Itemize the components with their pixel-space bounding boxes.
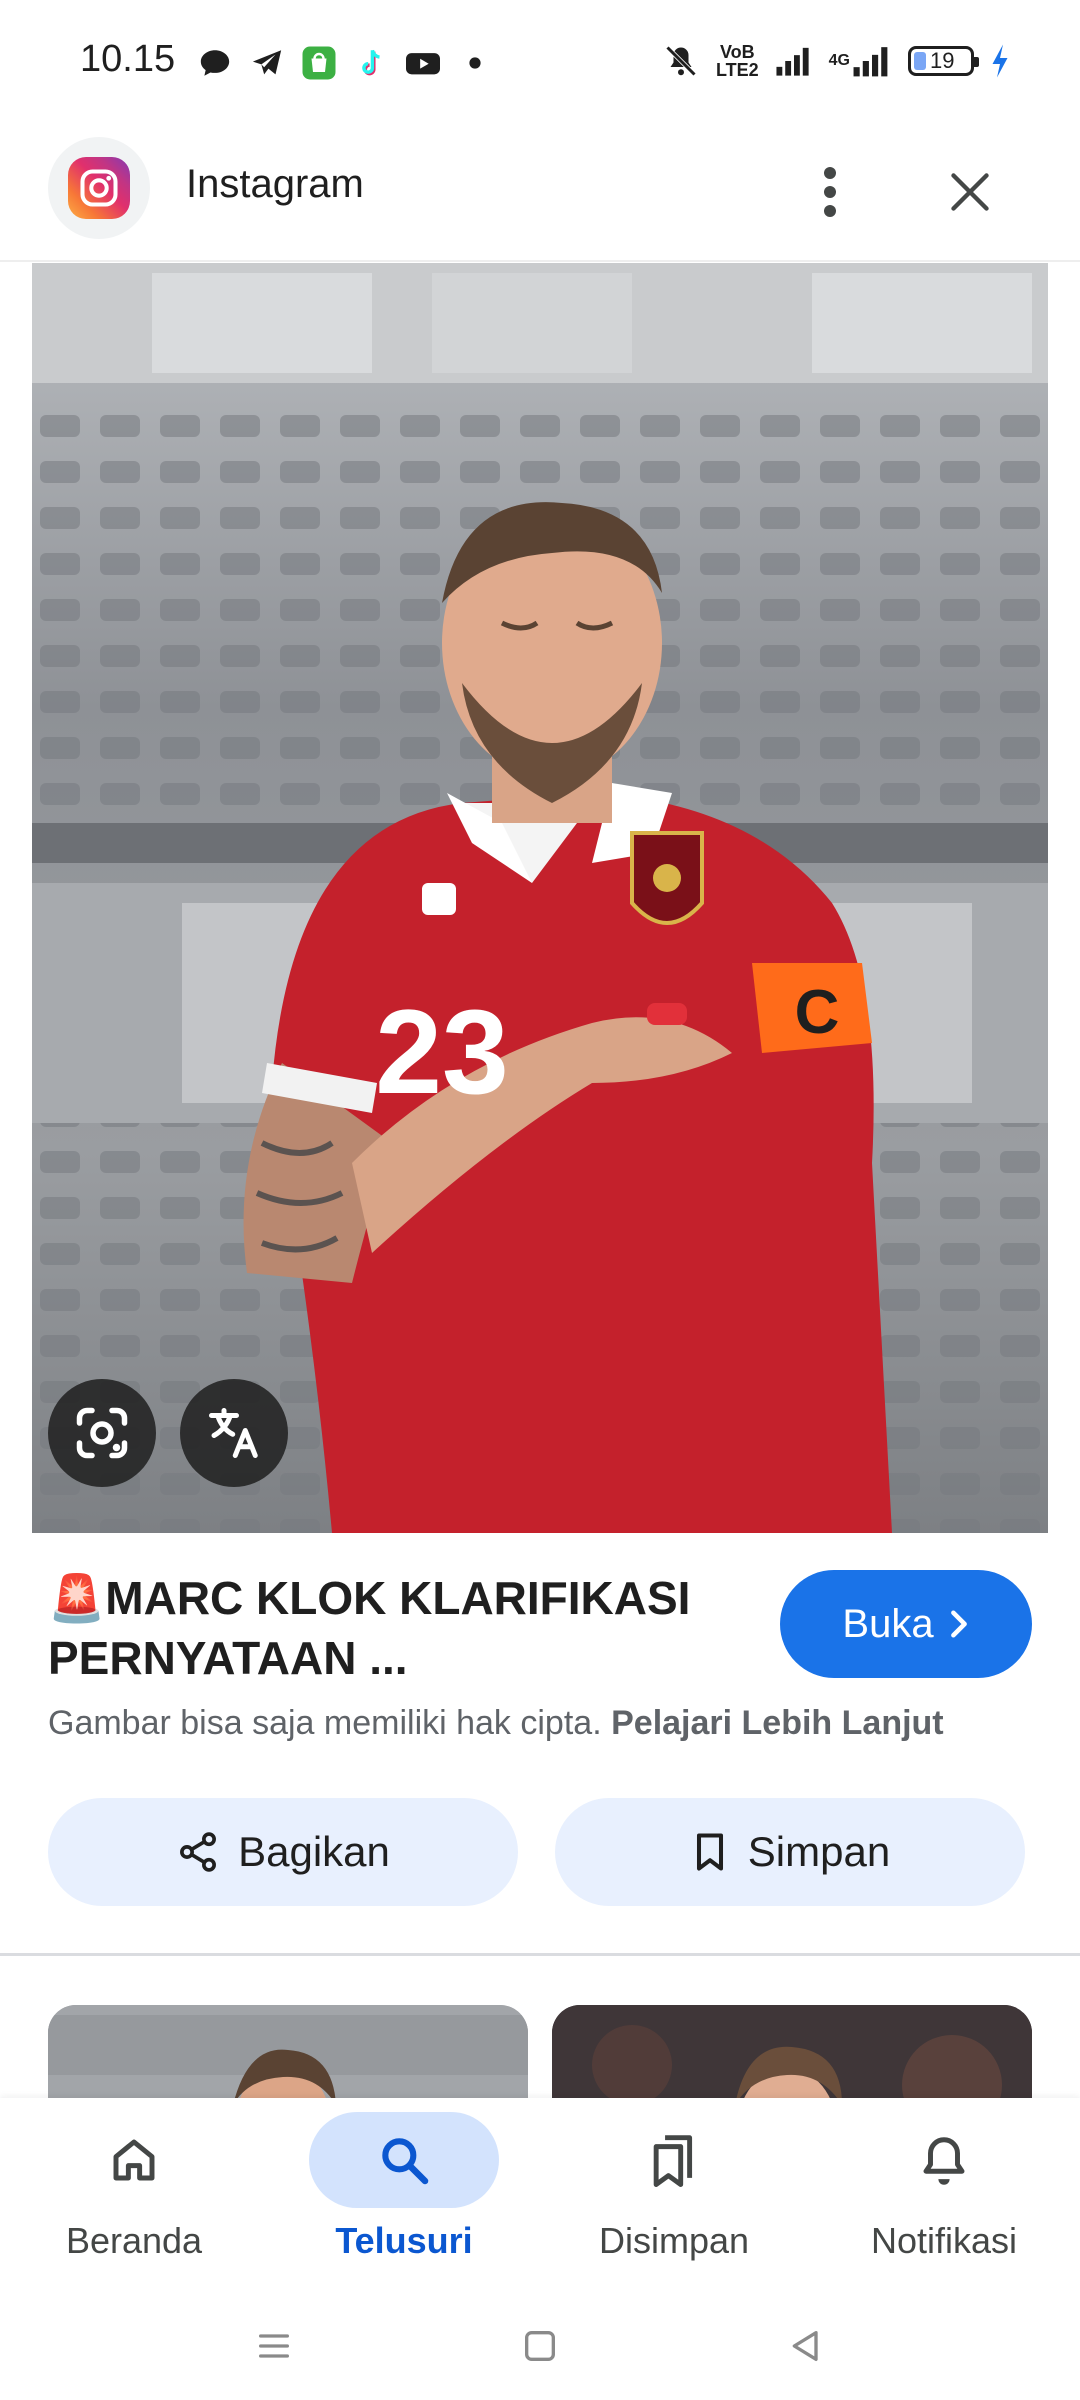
volte-label-top: VoB	[719, 42, 755, 62]
share-button[interactable]: Bagikan	[48, 1798, 518, 1906]
save-label: Simpan	[747, 1828, 891, 1875]
captain-letter: C	[795, 978, 840, 1047]
system-navigation-bar	[0, 2288, 1080, 2400]
menu-lines-icon	[259, 2334, 289, 2358]
network-label: 4G	[828, 52, 850, 69]
instagram-logo[interactable]	[48, 137, 150, 239]
battery-icon: 19	[908, 46, 979, 76]
nav-item-telusuri[interactable]: Telusuri	[294, 2112, 514, 2282]
footballer-photo: C 23	[32, 263, 1048, 1533]
back-triangle-icon	[792, 2331, 818, 2361]
more-options-button[interactable]	[800, 152, 860, 232]
signal-4g-icon: 4G	[829, 44, 892, 78]
copyright-text: Gambar bisa saja memiliki hak cipta.	[48, 1704, 602, 1742]
nav-icon-container	[849, 2112, 1039, 2208]
square-home-icon	[525, 2331, 555, 2361]
bottom-navigation: Beranda Telusuri Disimpan Notifikasi	[0, 2098, 1080, 2288]
shop-app-icon	[300, 44, 338, 82]
translate-icon	[209, 1408, 258, 1458]
result-title[interactable]: 🚨MARC KLOK KLARIFIKASI PERNYATAAN ...	[48, 1568, 748, 1688]
chevron-right-icon	[950, 1610, 967, 1638]
collections-icon	[653, 2135, 693, 2187]
open-button[interactable]: Buka	[780, 1570, 1032, 1678]
result-image[interactable]: C 23	[32, 263, 1048, 1533]
back-button[interactable]	[776, 2316, 836, 2376]
nav-label-notifikasi: Notifikasi	[870, 2220, 1018, 2261]
nav-label-beranda: Beranda	[65, 2220, 203, 2261]
section-divider	[0, 1953, 1080, 1956]
share-icon	[180, 1832, 217, 1872]
volte-label-bottom: LTE2	[715, 60, 759, 80]
system-status-icons: VoB LTE2 4G 19	[662, 42, 1010, 80]
home-icon	[113, 2139, 155, 2181]
youtube-icon	[404, 44, 442, 82]
source-header: Instagram	[0, 125, 1080, 262]
mute-icon	[662, 42, 700, 80]
result-title-text: MARC KLOK KLARIFIKASI PERNYATAAN ...	[48, 1572, 691, 1684]
close-icon	[951, 173, 989, 211]
open-button-label: Buka	[842, 1601, 934, 1646]
translate-button[interactable]	[180, 1379, 288, 1487]
nav-label-telusuri: Telusuri	[335, 2220, 473, 2261]
battery-level: 19	[930, 48, 955, 73]
lens-icon	[76, 1407, 128, 1459]
nav-icon-container	[579, 2112, 769, 2208]
source-title[interactable]: Instagram	[186, 162, 364, 207]
nav-label-disimpan: Disimpan	[598, 2220, 750, 2261]
google-lens-button[interactable]	[48, 1379, 156, 1487]
siren-emoji-icon: 🚨	[48, 1572, 106, 1624]
bell-icon	[923, 2137, 965, 2185]
telegram-icon	[248, 44, 286, 82]
more-notifications-dot-icon	[456, 44, 494, 82]
tiktok-icon	[352, 44, 390, 82]
shirt-number: 23	[375, 985, 508, 1119]
bookmark-icon	[696, 1833, 723, 1871]
nav-icon-container	[309, 2112, 499, 2208]
search-icon	[382, 2138, 429, 2185]
share-label: Bagikan	[238, 1828, 390, 1875]
learn-more-link[interactable]: Pelajari Lebih Lanjut	[611, 1704, 944, 1742]
volte-icon: VoB LTE2	[716, 43, 759, 79]
chat-icon	[196, 44, 234, 82]
instagram-icon	[68, 157, 130, 219]
save-button[interactable]: Simpan	[555, 1798, 1025, 1906]
recent-apps-button[interactable]	[244, 2316, 304, 2376]
status-time: 10.15	[80, 38, 176, 80]
nav-item-notifikasi[interactable]: Notifikasi	[834, 2112, 1054, 2282]
home-system-button[interactable]	[510, 2316, 570, 2376]
signal-icon	[775, 42, 813, 80]
nav-item-beranda[interactable]: Beranda	[24, 2112, 244, 2282]
more-vert-icon	[824, 167, 836, 217]
copyright-notice: Gambar bisa saja memiliki hak cipta. Pel…	[48, 1704, 944, 1743]
notification-icons	[196, 44, 494, 82]
nav-icon-container	[39, 2112, 229, 2208]
close-button[interactable]	[940, 152, 1000, 232]
charging-icon	[990, 42, 1010, 80]
status-bar: 10.15 VoB LTE2 4G 19	[0, 0, 1080, 125]
nav-item-disimpan[interactable]: Disimpan	[564, 2112, 784, 2282]
